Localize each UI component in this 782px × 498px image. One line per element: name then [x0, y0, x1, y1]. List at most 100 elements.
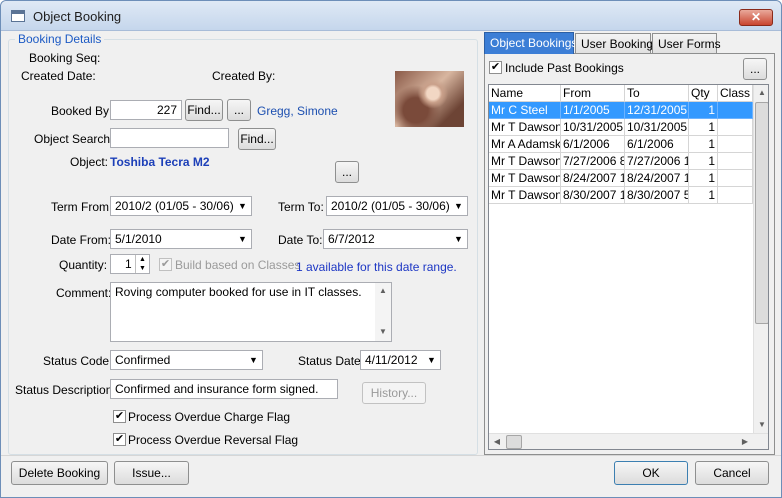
object-value[interactable]: Toshiba Tecra M2 [110, 155, 210, 169]
quantity-down-icon[interactable]: ▼ [135, 264, 149, 273]
cell-from: 7/27/2006 8: [561, 153, 625, 170]
tab-user-forms[interactable]: User Forms [652, 33, 721, 53]
term-to-label: Term To: [278, 200, 324, 214]
window-title: Object Booking [33, 9, 122, 24]
window-icon [11, 10, 25, 22]
cell-to: 12/31/2005 [625, 102, 689, 119]
vertical-scroll-thumb[interactable] [755, 102, 768, 324]
date-from-picker[interactable]: 5/1/2010 ▼ [110, 229, 252, 249]
overdue-charge-checkbox[interactable]: ✔ [113, 410, 126, 423]
scroll-right-icon[interactable]: ▶ [737, 434, 753, 449]
title-bar: Object Booking ✕ [1, 1, 781, 31]
status-date-value: 4/11/2012 [365, 353, 418, 367]
status-date-picker[interactable]: 4/11/2012 ▼ [360, 350, 441, 370]
booked-by-input[interactable]: 227 [110, 100, 182, 120]
cell-qty: 1 [689, 187, 718, 204]
cell-class [718, 187, 753, 204]
column-header-class[interactable]: Class [718, 85, 753, 102]
column-header-qty[interactable]: Qty [689, 85, 718, 102]
term-from-select[interactable]: 2010/2 (01/05 - 30/06) ▼ [110, 196, 252, 216]
scroll-down-icon[interactable]: ▼ [375, 324, 391, 340]
object-label: Object: [70, 155, 109, 169]
quantity-up-icon[interactable]: ▲ [135, 255, 149, 264]
object-search-find-button[interactable]: Find... [238, 128, 276, 150]
cell-from: 1/1/2005 [561, 102, 625, 119]
overdue-reversal-label: Process Overdue Reversal Flag [128, 433, 299, 447]
booked-by-label: Booked By: [51, 104, 113, 118]
cell-name: Mr C Steel [489, 102, 561, 119]
column-header-from[interactable]: From [561, 85, 625, 102]
booking-details-legend: Booking Details [15, 32, 105, 46]
cell-name: Mr A Adamski [489, 136, 561, 153]
comment-textarea[interactable]: Roving computer booked for use in IT cla… [110, 282, 392, 342]
cell-from: 6/1/2006 [561, 136, 625, 153]
chevron-down-icon[interactable]: ▼ [245, 351, 262, 369]
scroll-up-icon[interactable]: ▲ [754, 85, 768, 101]
cell-to: 8/24/2007 1: [625, 170, 689, 187]
status-code-select[interactable]: Confirmed ▼ [110, 350, 263, 370]
column-header-name[interactable]: Name [489, 85, 561, 102]
cell-name: Mr T Dawson [489, 170, 561, 187]
bookings-more-button[interactable]: ... [743, 58, 767, 80]
cell-name: Mr T Dawson [489, 187, 561, 204]
tab-object-bookings[interactable]: Object Bookings [484, 32, 577, 54]
scroll-up-icon[interactable]: ▲ [375, 283, 391, 299]
availability-text: 1 available for this date range. [296, 260, 457, 274]
column-header-to[interactable]: To [625, 85, 689, 102]
scroll-left-icon[interactable]: ◀ [489, 434, 505, 449]
include-past-label: Include Past Bookings [505, 61, 624, 75]
chevron-down-icon[interactable]: ▼ [423, 351, 440, 369]
booked-by-more-button[interactable]: ... [227, 99, 251, 121]
cancel-button[interactable]: Cancel [695, 461, 769, 485]
cell-class [718, 119, 753, 136]
term-from-label: Term From: [51, 200, 113, 214]
ok-button[interactable]: OK [614, 461, 688, 485]
chevron-down-icon[interactable]: ▼ [450, 197, 467, 215]
build-based-label: Build based on Classes [175, 258, 301, 272]
quantity-value: 1 [125, 257, 132, 271]
chevron-down-icon[interactable]: ▼ [450, 230, 467, 248]
status-date-label: Status Date: [298, 354, 365, 368]
date-to-picker[interactable]: 6/7/2012 ▼ [323, 229, 468, 249]
cell-from: 8/30/2007 1( [561, 187, 625, 204]
include-past-checkbox[interactable]: ✔ [489, 61, 502, 74]
cell-qty: 1 [689, 102, 718, 119]
object-more-button[interactable]: ... [335, 161, 359, 183]
chevron-down-icon[interactable]: ▼ [234, 230, 251, 248]
footer-divider [1, 455, 781, 456]
term-to-select[interactable]: 2010/2 (01/05 - 30/06) ▼ [326, 196, 468, 216]
scroll-down-icon[interactable]: ▼ [754, 417, 768, 433]
term-from-value: 2010/2 (01/05 - 30/06) [115, 199, 234, 213]
created-by-label: Created By: [212, 69, 276, 83]
grid-horizontal-scrollbar[interactable]: ◀ ▶ [489, 433, 768, 449]
cell-name: Mr T Dawson [489, 119, 561, 136]
horizontal-scroll-thumb[interactable] [506, 435, 522, 449]
cell-to: 10/31/2005 [625, 119, 689, 136]
build-based-checkbox[interactable]: ✔ [159, 258, 172, 271]
cell-class [718, 153, 753, 170]
issue-button[interactable]: Issue... [114, 461, 189, 485]
object-search-input[interactable] [110, 128, 229, 148]
status-code-value: Confirmed [115, 353, 171, 367]
cell-class [718, 170, 753, 187]
overdue-charge-label: Process Overdue Charge Flag [128, 410, 291, 424]
term-to-value: 2010/2 (01/05 - 30/06) [331, 199, 450, 213]
comment-label: Comment: [56, 286, 112, 300]
grid-vertical-scrollbar[interactable]: ▲ ▼ [753, 85, 768, 433]
booked-by-name[interactable]: Gregg, Simone [257, 104, 338, 118]
object-search-label: Object Search: [34, 132, 114, 146]
close-button[interactable]: ✕ [739, 9, 773, 26]
cell-name: Mr T Dawson [489, 153, 561, 170]
chevron-down-icon[interactable]: ▼ [234, 197, 251, 215]
overdue-reversal-checkbox[interactable]: ✔ [113, 433, 126, 446]
cell-from: 8/24/2007 1: [561, 170, 625, 187]
cell-qty: 1 [689, 136, 718, 153]
booking-seq-label: Booking Seq: [29, 51, 101, 65]
tab-user-bookings[interactable]: User Bookings [575, 33, 659, 53]
history-button[interactable]: History... [362, 382, 426, 404]
booked-by-find-button[interactable]: Find... [185, 99, 223, 121]
status-description-input[interactable]: Confirmed and insurance form signed. [110, 379, 338, 399]
date-from-label: Date From: [51, 233, 112, 247]
cell-qty: 1 [689, 119, 718, 136]
delete-booking-button[interactable]: Delete Booking [11, 461, 108, 485]
